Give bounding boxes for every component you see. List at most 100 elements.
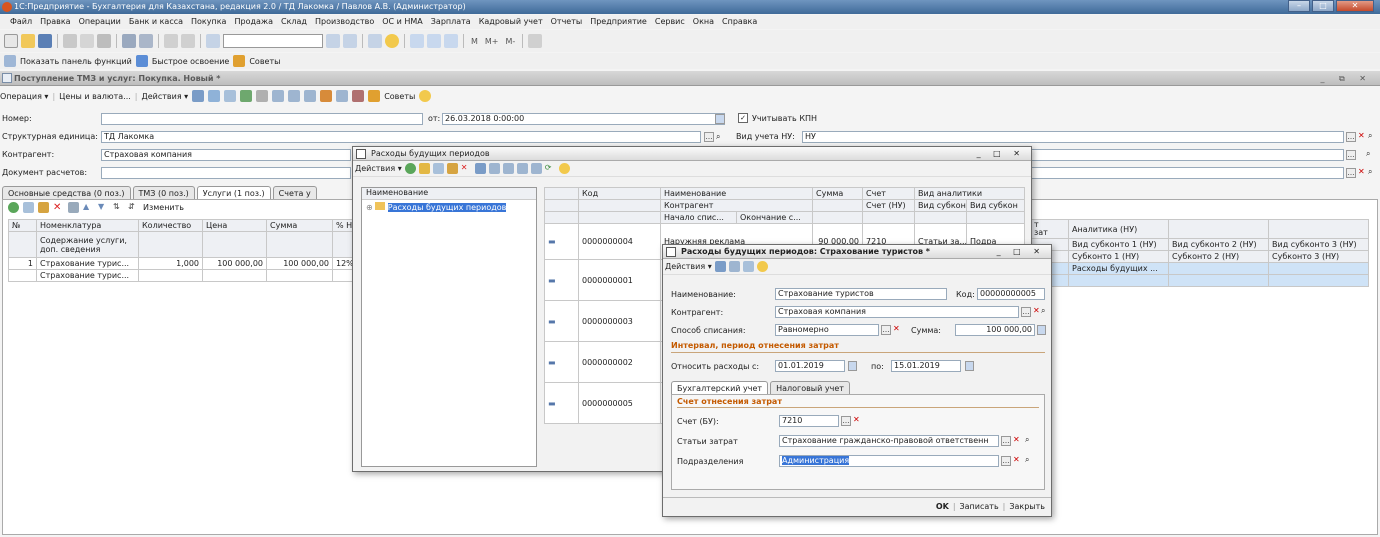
item-method-clear-icon[interactable]: ✕ — [893, 324, 900, 333]
rbp-item-window-controls[interactable]: _ □ ✕ — [997, 245, 1045, 259]
print-icon[interactable] — [122, 34, 136, 48]
menu-item[interactable]: Покупка — [187, 15, 230, 29]
item-contractor-clear-icon[interactable]: ✕ — [1033, 306, 1040, 315]
account-field[interactable]: 7210 — [779, 415, 839, 427]
item-method-field[interactable]: Равномерно — [775, 324, 879, 336]
redo-icon[interactable] — [181, 34, 195, 48]
col-account[interactable]: Счет — [862, 187, 916, 200]
tab-accounting[interactable]: Бухгалтерский учет — [671, 381, 769, 394]
col-number[interactable]: № — [8, 219, 37, 232]
copy-doc-icon[interactable] — [224, 90, 237, 102]
settlement-clear-icon[interactable]: ✕ — [1358, 167, 1365, 176]
col-end[interactable]: Окончание с... — [735, 211, 814, 224]
preview-icon[interactable] — [139, 34, 153, 48]
unit-field[interactable]: ТД Лакомка — [101, 131, 701, 143]
rbp-list-actions-menu[interactable]: Действия ▾ — [355, 164, 402, 173]
menu-item[interactable]: Банк и касса — [125, 15, 187, 29]
contractor-field[interactable]: Страховая компания — [101, 149, 351, 161]
operation-menu[interactable]: Операция ▾ — [0, 92, 48, 101]
table-row[interactable]: 1 Страхование турис... 1,000 100 000,00 … — [8, 257, 353, 270]
settlement-select-button[interactable]: … — [1346, 168, 1356, 178]
list-copy-icon[interactable] — [432, 163, 444, 174]
item-calculator-icon[interactable] — [1037, 325, 1046, 335]
list-hierarchy-icon[interactable] — [474, 163, 486, 174]
list-add-folder-icon[interactable] — [418, 163, 430, 174]
menu-item[interactable]: Склад — [277, 15, 311, 29]
sort-desc-icon[interactable]: ⇵ — [128, 202, 139, 213]
col-account-nu[interactable]: Счет (НУ) — [862, 199, 916, 212]
search-icon[interactable] — [206, 34, 220, 48]
list-edit-icon[interactable] — [446, 163, 458, 174]
maximize-button[interactable]: □ — [1312, 0, 1334, 12]
item-contractor-select[interactable]: … — [1021, 307, 1031, 317]
move-up-icon[interactable]: ▲ — [83, 202, 94, 213]
menu-item[interactable]: Кадровый учет — [475, 15, 547, 29]
list-icon[interactable] — [288, 90, 301, 102]
menu-item[interactable]: Окна — [689, 15, 718, 29]
tab-tmz[interactable]: ТМЗ (0 поз.) — [132, 186, 195, 199]
copy-row-icon[interactable] — [23, 202, 34, 213]
item-contractor-field[interactable]: Страховая компания — [775, 306, 1019, 318]
item-list-icon[interactable] — [728, 261, 740, 272]
undo-icon[interactable] — [164, 34, 178, 48]
tree-item[interactable]: ⊕ Расходы будущих периодов — [362, 200, 536, 214]
unit-select-button[interactable]: … — [704, 132, 714, 142]
print-form-icon[interactable] — [352, 90, 365, 102]
list-delete-icon[interactable]: ✕ — [461, 163, 472, 174]
dept-search-icon[interactable]: ⌕ — [1025, 455, 1029, 465]
prices-button[interactable]: Цены и валюта... — [59, 92, 131, 101]
account-clear-icon[interactable]: ✕ — [853, 415, 860, 424]
item-code-field[interactable]: 00000000005 — [977, 288, 1045, 300]
ok-button[interactable]: OK — [936, 502, 949, 511]
col-pct[interactable]: % Н — [332, 219, 353, 232]
col-rbp-sum[interactable]: Сумма — [812, 187, 864, 200]
cut-icon[interactable] — [63, 34, 77, 48]
to-date-field[interactable]: 15.01.2019 — [891, 360, 961, 372]
nu-clear-icon[interactable]: ✕ — [1358, 131, 1365, 140]
end-edit-icon[interactable] — [68, 202, 79, 213]
contract-search-icon[interactable]: ⌕ — [1366, 149, 1370, 159]
tab-fixed-assets[interactable]: Основные средства (0 поз.) — [2, 186, 131, 199]
list-help-icon[interactable] — [558, 163, 570, 174]
tab-services[interactable]: Услуги (1 поз.) — [196, 186, 271, 199]
based-on-icon[interactable] — [272, 90, 285, 102]
move-down-icon[interactable]: ▼ — [98, 202, 109, 213]
to-calendar-icon[interactable] — [965, 361, 974, 371]
close-button[interactable]: ✕ — [1336, 0, 1374, 12]
cost-field[interactable]: Страхование гражданско-правовой ответств… — [779, 435, 999, 447]
col-partial[interactable]: т зат — [1030, 219, 1069, 239]
col-subkonto-type-2[interactable]: Вид субконто 2 (НУ) — [1168, 238, 1269, 251]
table-icon[interactable] — [304, 90, 317, 102]
item-sum-field[interactable]: 100 000,00 — [955, 324, 1035, 336]
item-help-icon[interactable] — [756, 261, 768, 272]
memory-button[interactable]: M — [469, 37, 480, 46]
table-row[interactable]: Расходы будущих ... — [1030, 262, 1369, 275]
show-panel-button[interactable]: Показать панель функций — [20, 57, 132, 66]
menu-item[interactable]: Файл — [6, 15, 36, 29]
calendar-icon[interactable] — [427, 34, 441, 48]
col-name[interactable]: Наименование — [659, 187, 814, 200]
col-contractor[interactable]: Контрагент — [659, 199, 814, 212]
nu-select-button[interactable]: … — [1346, 132, 1356, 142]
post-icon[interactable] — [192, 90, 205, 102]
add-row-icon[interactable] — [8, 202, 19, 213]
menu-item[interactable]: Зарплата — [427, 15, 475, 29]
expand-icon[interactable]: ⊕ — [366, 203, 373, 212]
col-desc[interactable]: Содержание услуги, доп. сведения — [36, 231, 139, 258]
menu-item[interactable]: Справка — [718, 15, 761, 29]
search-input[interactable] — [223, 34, 323, 48]
dt-kt-icon[interactable] — [320, 90, 333, 102]
col-analytics-nu[interactable]: Аналитика (НУ) — [1068, 219, 1169, 239]
settlement-field[interactable] — [101, 167, 351, 179]
nu-field[interactable]: НУ — [802, 131, 1344, 143]
settings-icon[interactable] — [528, 34, 543, 48]
users-icon[interactable] — [444, 34, 458, 48]
report-icon[interactable] — [336, 90, 349, 102]
col-subkonto-1[interactable]: Субконто 1 (НУ) — [1068, 250, 1169, 263]
menu-item[interactable]: Предприятие — [586, 15, 651, 29]
minimize-button[interactable]: – — [1288, 0, 1310, 12]
item-name-field[interactable]: Страхование туристов — [775, 288, 947, 300]
from-date-field[interactable]: 01.01.2019 — [775, 360, 845, 372]
find-prev-icon[interactable] — [343, 34, 357, 48]
document-window-controls[interactable]: _ ⧉ ✕ — [1320, 71, 1372, 86]
